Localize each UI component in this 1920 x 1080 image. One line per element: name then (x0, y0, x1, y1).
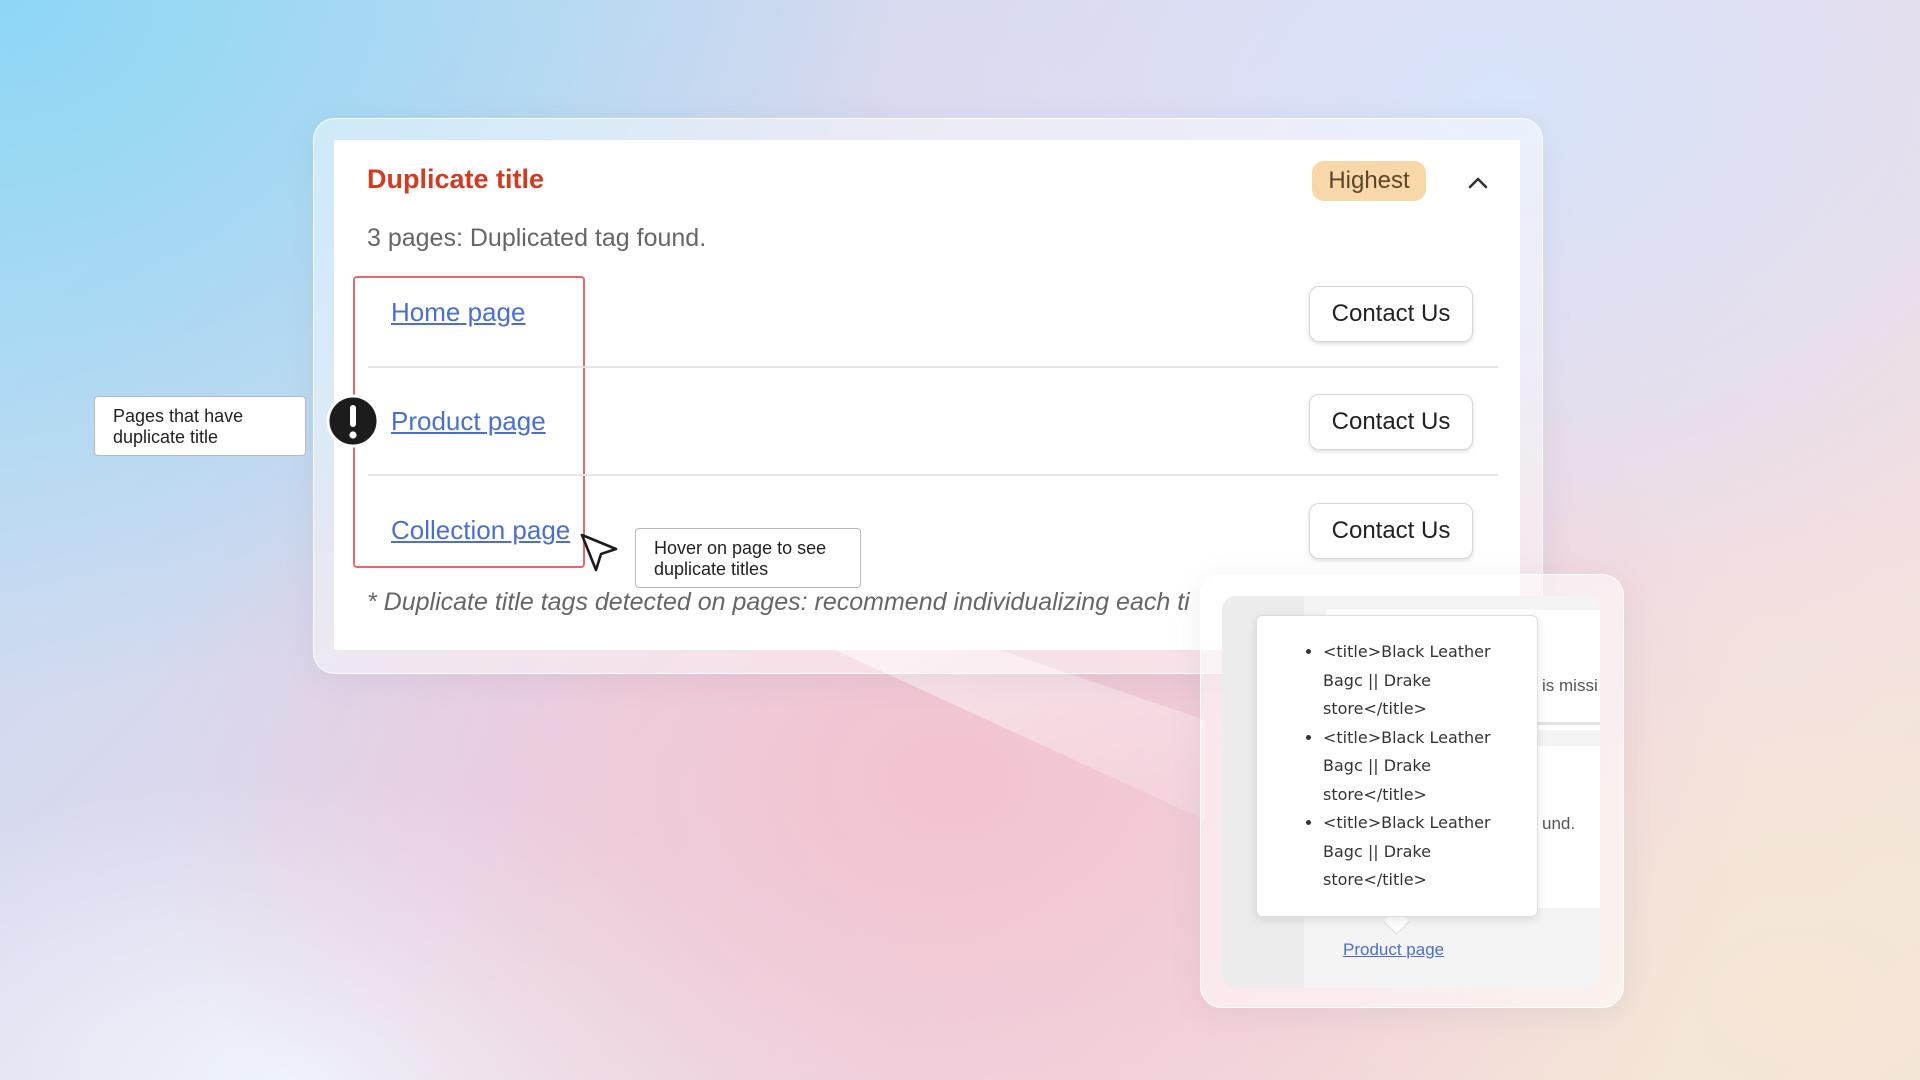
card-title: Duplicate title (367, 164, 545, 194)
duplicate-title-item: <title>Black Leather Bagc || Drake store… (1323, 724, 1519, 810)
exclamation-icon (326, 394, 380, 448)
row-divider (368, 474, 1498, 476)
card-summary: 3 pages: Duplicated tag found. (367, 224, 707, 252)
contact-us-button[interactable]: Contact Us (1309, 394, 1473, 450)
zoom-text-fragment: is missi (1542, 676, 1598, 695)
card-footnote: * Duplicate title tags detected on pages… (367, 588, 1190, 616)
mouse-cursor-icon (580, 533, 618, 572)
zoom-text-fragment: und. (1542, 814, 1576, 833)
page-link-home[interactable]: Home page (391, 297, 525, 328)
page-link-product[interactable]: Product page (391, 406, 546, 437)
duplicate-titles-tooltip: <title>Black Leather Bagc || Drake store… (1256, 615, 1538, 917)
row-divider (368, 366, 1498, 368)
chevron-up-icon[interactable] (1462, 166, 1494, 198)
pages-callout: Pages that have duplicate title (94, 396, 306, 456)
hover-callout: Hover on page to see duplicate titles (635, 528, 861, 588)
contact-us-button[interactable]: Contact Us (1309, 503, 1473, 559)
contact-us-button[interactable]: Contact Us (1309, 286, 1473, 342)
zoom-page-link-product[interactable]: Product page (1343, 940, 1444, 960)
priority-badge: Highest (1312, 161, 1426, 201)
page-link-collection[interactable]: Collection page (391, 515, 570, 546)
duplicate-title-item: <title>Black Leather Bagc || Drake store… (1323, 809, 1519, 895)
duplicate-title-item: <title>Black Leather Bagc || Drake store… (1323, 638, 1519, 724)
